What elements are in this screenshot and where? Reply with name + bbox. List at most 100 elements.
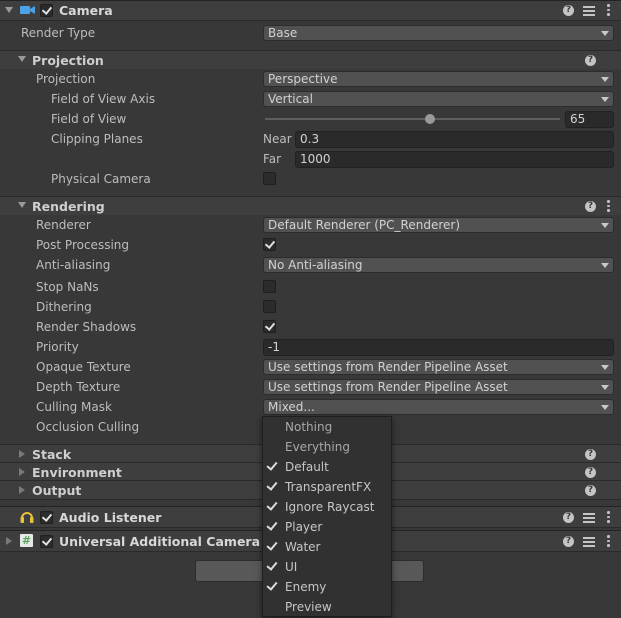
help-icon[interactable]: ? bbox=[585, 201, 596, 212]
environment-header-title: Environment bbox=[32, 465, 122, 480]
chevron-down-icon bbox=[601, 405, 609, 410]
dithering-checkbox[interactable] bbox=[263, 300, 276, 313]
culling-option-label: Enemy bbox=[285, 580, 327, 594]
more-options-icon[interactable] bbox=[607, 535, 610, 547]
checkmark-icon bbox=[266, 579, 278, 591]
culling-option-ui[interactable]: UI bbox=[263, 557, 391, 577]
checkmark-icon bbox=[266, 519, 278, 531]
camera-title: Camera bbox=[59, 3, 113, 18]
culling-option-label: Player bbox=[285, 520, 323, 534]
opaque-texture-dropdown[interactable]: Use settings from Render Pipeline Asset bbox=[263, 359, 614, 375]
culling-option-label: Nothing bbox=[285, 420, 333, 434]
clipping-planes-label: Clipping Planes bbox=[51, 132, 143, 146]
rendering-header-title: Rendering bbox=[32, 199, 105, 214]
culling-option-label: Everything bbox=[285, 440, 350, 454]
chevron-down-icon bbox=[601, 385, 609, 390]
render-type-dropdown[interactable]: Base bbox=[263, 25, 614, 41]
chevron-down-icon bbox=[601, 31, 609, 36]
more-options-icon[interactable] bbox=[607, 200, 610, 212]
help-icon[interactable]: ? bbox=[563, 512, 574, 523]
culling-mask-dropdown[interactable]: Mixed... bbox=[263, 399, 614, 415]
priority-field[interactable]: -1 bbox=[263, 339, 614, 356]
preset-settings-icon[interactable] bbox=[583, 5, 595, 16]
renderer-value: Default Renderer (PC_Renderer) bbox=[268, 218, 460, 232]
rendering-section-header[interactable]: Rendering ? bbox=[0, 196, 621, 215]
chevron-down-icon bbox=[601, 365, 609, 370]
output-foldout-arrow[interactable] bbox=[19, 486, 25, 494]
help-icon[interactable]: ? bbox=[585, 55, 596, 66]
universal-camera-enabled-checkbox[interactable] bbox=[40, 535, 53, 548]
audio-listener-enabled-checkbox[interactable] bbox=[40, 511, 53, 524]
projection-section-header[interactable]: Projection ? bbox=[0, 50, 621, 69]
more-options-icon[interactable] bbox=[607, 511, 610, 523]
culling-option-ignore-raycast[interactable]: Ignore Raycast bbox=[263, 497, 391, 517]
culling-option-label: Default bbox=[285, 460, 329, 474]
depth-texture-label: Depth Texture bbox=[36, 380, 121, 394]
stop-nans-label: Stop NaNs bbox=[36, 280, 99, 294]
preset-settings-icon[interactable] bbox=[583, 536, 595, 547]
fov-label: Field of View bbox=[51, 112, 127, 126]
render-shadows-label: Render Shadows bbox=[36, 320, 137, 334]
help-icon[interactable]: ? bbox=[563, 536, 574, 547]
checkmark-icon bbox=[266, 459, 278, 471]
chevron-down-icon bbox=[601, 77, 609, 82]
fov-value-field[interactable]: 65 bbox=[565, 111, 614, 128]
anti-aliasing-label: Anti-aliasing bbox=[36, 258, 111, 272]
universal-camera-foldout-arrow[interactable] bbox=[6, 537, 12, 545]
occlusion-culling-label: Occlusion Culling bbox=[36, 420, 140, 434]
culling-option-label: Ignore Raycast bbox=[285, 500, 375, 514]
culling-option-enemy[interactable]: Enemy bbox=[263, 577, 391, 597]
help-icon[interactable]: ? bbox=[585, 449, 596, 460]
fov-slider-track[interactable] bbox=[265, 118, 560, 120]
stack-header-title: Stack bbox=[32, 447, 72, 462]
fov-axis-value: Vertical bbox=[268, 92, 313, 106]
render-type-label: Render Type bbox=[21, 26, 96, 40]
post-processing-label: Post Processing bbox=[36, 238, 129, 252]
far-label: Far bbox=[263, 152, 282, 166]
camera-component-header[interactable]: Camera ? bbox=[0, 0, 621, 21]
help-icon[interactable]: ? bbox=[585, 485, 596, 496]
projection-label: Projection bbox=[36, 72, 96, 86]
environment-foldout-arrow[interactable] bbox=[19, 468, 25, 476]
fov-axis-label: Field of View Axis bbox=[51, 92, 156, 106]
render-type-value: Base bbox=[268, 26, 298, 40]
culling-option-label: Preview bbox=[285, 600, 332, 614]
universal-camera-title: Universal Additional Camera Da bbox=[59, 534, 284, 549]
script-icon: # bbox=[20, 534, 33, 547]
camera-enabled-checkbox[interactable] bbox=[40, 4, 53, 17]
culling-option-nothing[interactable]: Nothing bbox=[263, 417, 391, 437]
culling-option-everything[interactable]: Everything bbox=[263, 437, 391, 457]
render-shadows-checkbox[interactable] bbox=[263, 320, 276, 333]
fov-slider-thumb[interactable] bbox=[425, 114, 436, 124]
culling-option-default[interactable]: Default bbox=[263, 457, 391, 477]
depth-texture-dropdown[interactable]: Use settings from Render Pipeline Asset bbox=[263, 379, 614, 395]
stack-foldout-arrow[interactable] bbox=[19, 450, 25, 458]
renderer-dropdown[interactable]: Default Renderer (PC_Renderer) bbox=[263, 217, 614, 233]
fov-axis-dropdown[interactable]: Vertical bbox=[263, 91, 614, 107]
culling-option-water[interactable]: Water bbox=[263, 537, 391, 557]
physical-camera-label: Physical Camera bbox=[51, 172, 151, 186]
help-icon[interactable]: ? bbox=[585, 467, 596, 478]
headphones-icon bbox=[20, 512, 34, 523]
preset-settings-icon[interactable] bbox=[583, 512, 595, 523]
culling-option-label: Water bbox=[285, 540, 321, 554]
chevron-down-icon bbox=[601, 97, 609, 102]
help-icon[interactable]: ? bbox=[563, 5, 574, 16]
rendering-foldout-arrow[interactable] bbox=[18, 202, 26, 208]
anti-aliasing-dropdown[interactable]: No Anti-aliasing bbox=[263, 257, 614, 273]
physical-camera-checkbox[interactable] bbox=[263, 172, 276, 185]
opaque-texture-value: Use settings from Render Pipeline Asset bbox=[268, 360, 508, 374]
far-field[interactable]: 1000 bbox=[295, 151, 614, 168]
culling-option-player[interactable]: Player bbox=[263, 517, 391, 537]
projection-dropdown[interactable]: Perspective bbox=[263, 71, 614, 87]
camera-foldout-arrow[interactable] bbox=[5, 7, 13, 13]
projection-foldout-arrow[interactable] bbox=[18, 56, 26, 62]
more-options-icon[interactable] bbox=[607, 4, 610, 16]
near-label: Near bbox=[263, 132, 292, 146]
culling-option-transparentfx[interactable]: TransparentFX bbox=[263, 477, 391, 497]
culling-mask-label: Culling Mask bbox=[36, 400, 112, 414]
post-processing-checkbox[interactable] bbox=[263, 238, 276, 251]
culling-option-preview[interactable]: Preview bbox=[263, 597, 391, 617]
stop-nans-checkbox[interactable] bbox=[263, 280, 276, 293]
near-field[interactable]: 0.3 bbox=[295, 131, 614, 148]
